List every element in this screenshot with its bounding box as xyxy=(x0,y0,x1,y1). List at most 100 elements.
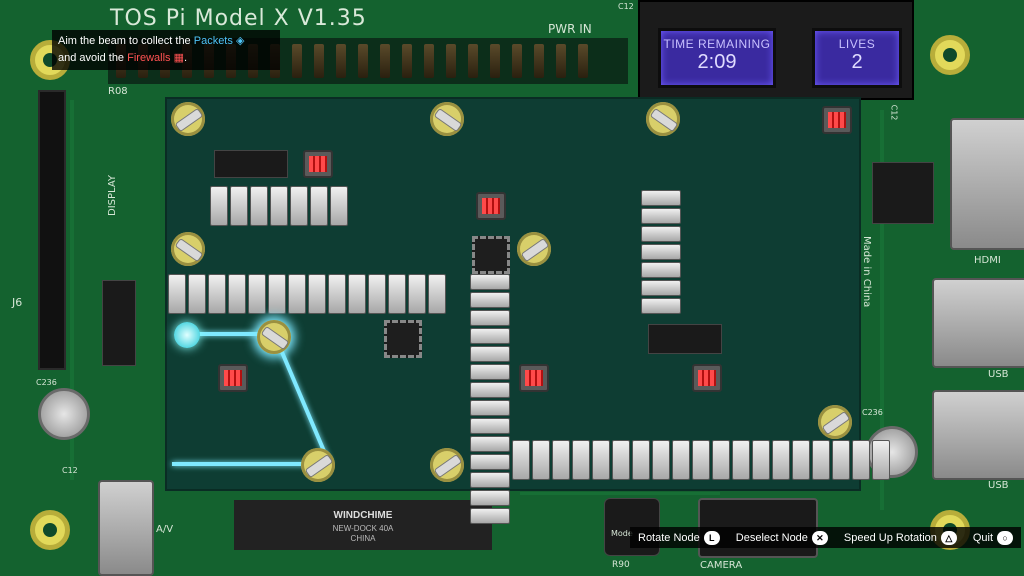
time-remaining-label: TIME REMAINING xyxy=(663,37,771,51)
av-label: A/V xyxy=(156,524,174,535)
firewall-block xyxy=(230,186,248,226)
firewall-block xyxy=(672,440,690,480)
rotate-node[interactable] xyxy=(171,102,205,136)
firewalls-word: Firewalls xyxy=(127,52,171,64)
rotate-node[interactable] xyxy=(818,405,852,439)
header-pin xyxy=(556,44,566,78)
rotate-node-selected[interactable] xyxy=(257,320,291,354)
firewall-block xyxy=(470,364,510,380)
packet xyxy=(303,150,333,178)
firewall-block xyxy=(641,208,681,224)
hint-text: Aim the beam to collect the xyxy=(58,35,194,47)
firewall-block xyxy=(641,280,681,296)
display-label: DISPLAY xyxy=(107,174,119,217)
firewall-block xyxy=(792,440,810,480)
firewall-block xyxy=(248,274,266,314)
hdmi-label: HDMI xyxy=(974,255,1001,266)
firewall-block xyxy=(268,274,286,314)
right-chip xyxy=(868,159,938,227)
firewall-block xyxy=(368,274,386,314)
control-quit[interactable]: Quit ○ xyxy=(972,530,1014,545)
pwr-in-label: PWR IN xyxy=(548,22,592,36)
firewall-block xyxy=(388,274,406,314)
chip-text-3: CHINA xyxy=(350,534,376,543)
board-square-chip xyxy=(384,320,422,358)
left-chip xyxy=(98,277,140,369)
firewall-block xyxy=(652,440,670,480)
time-remaining-value: 2:09 xyxy=(697,51,737,73)
board-square-chip xyxy=(472,236,510,274)
header-pin xyxy=(534,44,544,78)
control-rotate-node[interactable]: Rotate Node L xyxy=(638,530,720,545)
chip-text-1: WINDCHIME xyxy=(333,510,393,521)
control-label: Quit xyxy=(972,531,994,544)
c12-left-label: C12 xyxy=(62,466,78,475)
firewall-block xyxy=(348,274,366,314)
firewall-block xyxy=(752,440,770,480)
header-pin xyxy=(490,44,500,78)
wall-center-column xyxy=(470,274,510,524)
packet xyxy=(822,106,852,134)
firewall-block xyxy=(428,274,446,314)
lives-value: 2 xyxy=(851,51,863,73)
rotate-node[interactable] xyxy=(430,102,464,136)
triangle-button-icon: △ xyxy=(940,530,957,545)
firewall-block xyxy=(188,274,206,314)
laser-beam xyxy=(172,462,316,466)
header-pin xyxy=(358,44,368,78)
packet xyxy=(692,364,722,392)
usb-label-1: USB xyxy=(988,369,1009,380)
firewall-block xyxy=(270,186,288,226)
firewall-block xyxy=(641,298,681,314)
hint-line-2: and avoid the Firewalls ▦. xyxy=(58,50,274,67)
header-pin xyxy=(314,44,324,78)
rotate-node[interactable] xyxy=(430,448,464,482)
firewall-block xyxy=(470,436,510,452)
display-connector xyxy=(38,90,66,370)
usb-port-2 xyxy=(932,390,1024,480)
firewall-block xyxy=(470,346,510,362)
hint-text: . xyxy=(184,52,188,64)
header-pin xyxy=(402,44,412,78)
firewall-block xyxy=(832,440,850,480)
wall-bottom xyxy=(512,440,890,480)
rotate-node[interactable] xyxy=(646,102,680,136)
header-pin xyxy=(578,44,588,78)
firewall-block xyxy=(328,274,346,314)
firewall-block xyxy=(732,440,750,480)
firewall-block xyxy=(641,190,681,206)
firewall-block xyxy=(812,440,830,480)
lives-label: LIVES xyxy=(838,37,876,51)
header-pin xyxy=(292,44,302,78)
firewall-block xyxy=(470,472,510,488)
control-label: Rotate Node xyxy=(638,531,700,544)
firewall-block xyxy=(641,244,681,260)
hdmi-port xyxy=(950,118,1024,250)
firewall-block xyxy=(470,400,510,416)
rotate-node[interactable] xyxy=(301,448,335,482)
j6-label: J6 xyxy=(12,296,23,309)
header-pin xyxy=(424,44,434,78)
rotate-node[interactable] xyxy=(517,232,551,266)
firewall-block xyxy=(288,274,306,314)
control-deselect-node[interactable]: Deselect Node ✕ xyxy=(735,530,828,545)
r08-label: R08 xyxy=(108,86,128,97)
firewall-block xyxy=(408,274,426,314)
firewall-block xyxy=(872,440,890,480)
control-label: Deselect Node xyxy=(735,531,808,544)
control-speed-up-rotation[interactable]: Speed Up Rotation △ xyxy=(844,530,957,545)
firewall-block xyxy=(470,310,510,326)
c236-left-label: C236 xyxy=(36,378,57,387)
firewall-block xyxy=(470,382,510,398)
pcb-trace xyxy=(520,492,720,495)
firewall-block xyxy=(250,186,268,226)
windchime-chip: WINDCHIME NEW-DOCK 40A CHINA xyxy=(230,492,496,558)
firewall-block xyxy=(641,226,681,242)
firewall-icon: ▦ xyxy=(173,52,184,64)
rotate-node[interactable] xyxy=(171,232,205,266)
hint-line-1: Aim the beam to collect the Packets ◈ xyxy=(58,33,274,50)
firewall-block xyxy=(572,440,590,480)
chip-text-2: NEW-DOCK 40A xyxy=(332,524,394,533)
wall-top-left xyxy=(210,186,348,226)
hint-text: and avoid the xyxy=(58,52,128,64)
